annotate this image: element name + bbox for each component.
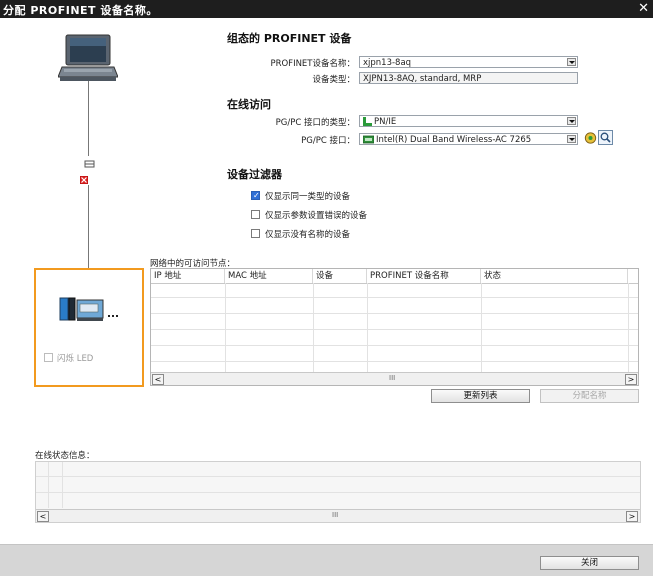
status-info-caption: 在线状态信息： [35, 451, 95, 461]
status-info-panel: < III > [35, 461, 641, 523]
iface-type-label: PG/PC 接口的类型： [275, 118, 355, 128]
status-col-divider [62, 462, 63, 508]
col-ip[interactable]: IP 地址 [151, 269, 225, 283]
col-divider [367, 283, 368, 373]
filter-checkbox[interactable] [251, 191, 260, 200]
status-col-divider [48, 462, 49, 508]
device-icon [59, 296, 119, 324]
col-profinet-name[interactable]: PROFINET 设备名称 [367, 269, 481, 283]
iface-properties-icon[interactable] [584, 131, 597, 145]
filter-checkbox[interactable] [251, 210, 260, 219]
connector-line-bottom [88, 185, 89, 268]
dropdown-arrow-icon[interactable] [567, 58, 576, 66]
scroll-thumb-grip[interactable]: III [332, 511, 338, 519]
device-type-label: 设备类型： [312, 75, 355, 85]
nodes-table[interactable]: IP 地址 MAC 地址 设备 PROFINET 设备名称 状态 < III > [150, 268, 639, 386]
col-device[interactable]: 设备 [313, 269, 367, 283]
pn-ie-icon [363, 117, 372, 126]
device-type-field: XJPN13-8AQ, standard, MRP [359, 72, 578, 84]
col-divider [628, 283, 629, 373]
dialog-footer: 关闭 [0, 544, 653, 576]
status-hscrollbar[interactable]: < III > [36, 509, 640, 522]
assign-name-button: 分配名称 [540, 389, 639, 403]
scroll-left-icon[interactable]: < [37, 511, 49, 522]
scroll-thumb-grip[interactable]: III [389, 374, 395, 382]
error-icon [79, 175, 89, 185]
iface-type-dropdown[interactable]: PN/IE [359, 115, 578, 127]
flash-led-checkbox[interactable]: 闪烁 LED [44, 352, 124, 364]
filter-option-label: 仅显示没有名称的设备 [265, 230, 351, 240]
device-type-value: XJPN13-8AQ, standard, MRP [363, 74, 482, 84]
nodes-hscrollbar[interactable]: < III > [151, 372, 638, 385]
device-name-value: xjpn13-8aq [363, 58, 412, 68]
device-highlight-box [34, 268, 144, 387]
iface-dropdown[interactable]: Intel(R) Dual Band Wireless-AC 7265 [359, 133, 578, 145]
title-bar: 分配 PROFINET 设备名称。 ✕ [0, 0, 653, 18]
close-button[interactable]: 关闭 [540, 556, 639, 570]
filter-heading: 设备过滤器 [227, 168, 282, 181]
col-status[interactable]: 状态 [481, 269, 628, 283]
col-divider [225, 283, 226, 373]
configured-heading: 组态的 PROFINET 设备 [227, 32, 352, 45]
scroll-left-icon[interactable]: < [152, 374, 164, 385]
col-divider [313, 283, 314, 373]
scroll-right-icon[interactable]: > [625, 374, 637, 385]
iface-value: Intel(R) Dual Band Wireless-AC 7265 [376, 135, 532, 145]
iface-label: PG/PC 接口： [301, 136, 355, 146]
network-port-icon [83, 160, 97, 170]
status-row [36, 492, 640, 493]
close-icon[interactable]: ✕ [638, 1, 649, 16]
filter-option-same-type[interactable]: 仅显示同一类型的设备 [251, 190, 451, 202]
filter-checkbox[interactable] [251, 229, 260, 238]
connector-line-top [88, 81, 89, 156]
device-name-label: PROFINET设备名称： [270, 59, 355, 69]
dropdown-arrow-icon[interactable] [567, 135, 576, 143]
filter-option-no-name[interactable]: 仅显示没有名称的设备 [251, 228, 451, 240]
filter-option-param-error[interactable]: 仅显示参数设置错误的设备 [251, 209, 451, 221]
online-heading: 在线访问 [227, 98, 271, 111]
network-card-icon [362, 135, 375, 144]
filter-option-label: 仅显示同一类型的设备 [265, 192, 351, 202]
search-icon[interactable] [598, 130, 613, 145]
dropdown-arrow-icon[interactable] [567, 117, 576, 125]
status-row [36, 476, 640, 477]
pg-computer-icon [57, 33, 119, 88]
flash-led-label: 闪烁 LED [57, 354, 94, 364]
col-mac[interactable]: MAC 地址 [225, 269, 313, 283]
refresh-list-button[interactable]: 更新列表 [431, 389, 530, 403]
flash-led-box[interactable] [44, 353, 53, 362]
iface-type-value: PN/IE [374, 117, 397, 127]
filter-option-label: 仅显示参数设置错误的设备 [265, 211, 368, 221]
window-title: 分配 PROFINET 设备名称。 [3, 4, 158, 17]
scroll-right-icon[interactable]: > [626, 511, 638, 522]
device-name-dropdown[interactable]: xjpn13-8aq [359, 56, 578, 68]
col-divider [481, 283, 482, 373]
